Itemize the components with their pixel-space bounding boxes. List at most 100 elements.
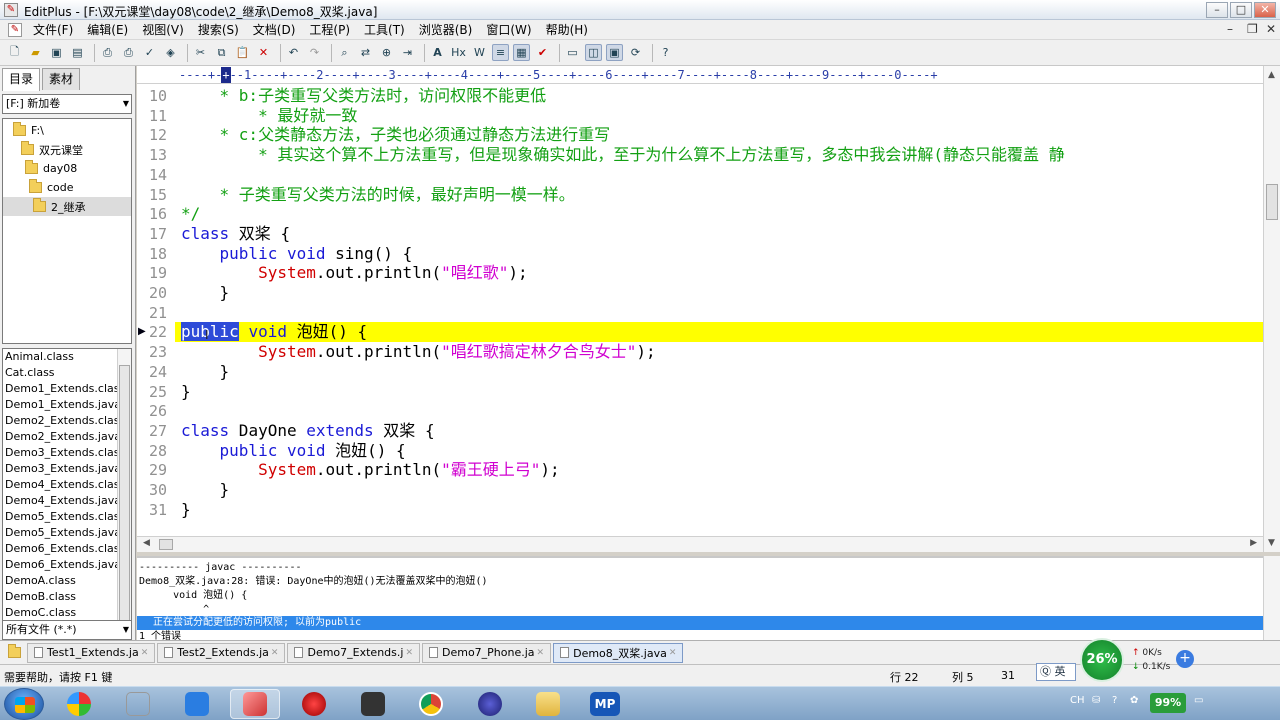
taskbar-app[interactable]: [172, 689, 222, 719]
code-line[interactable]: 27 class DayOne extends 双桨 {: [137, 421, 1263, 441]
ime-indicator[interactable]: Ⓠ 英: [1036, 663, 1076, 681]
start-button[interactable]: [4, 688, 44, 720]
print-preview-icon[interactable]: ⎙: [99, 44, 116, 61]
file-list-item[interactable]: Demo4_Extends.java: [3, 493, 131, 509]
code-line[interactable]: 14: [137, 165, 1263, 185]
hex-icon[interactable]: Hx: [450, 44, 467, 61]
plus-icon[interactable]: +: [1176, 650, 1194, 668]
font-icon[interactable]: A: [429, 44, 446, 61]
save-all-icon[interactable]: ▤: [69, 44, 86, 61]
editor-horizontal-scrollbar[interactable]: ◀ ▶: [137, 536, 1263, 552]
split-icon[interactable]: ◫: [585, 44, 602, 61]
file-list-item[interactable]: Demo2_Extends.java: [3, 429, 131, 445]
menu-help[interactable]: 帮助(H): [539, 21, 595, 38]
help-icon[interactable]: ?: [1112, 695, 1117, 706]
code-line[interactable]: 19 System.out.println("唱红歌");: [137, 263, 1263, 283]
file-list-item[interactable]: Demo2_Extends.class: [3, 413, 131, 429]
doc-close-button[interactable]: ✕: [1266, 22, 1276, 36]
taskbar-app[interactable]: [406, 689, 456, 719]
battery-icon[interactable]: ▭: [1194, 695, 1203, 706]
code-line[interactable]: 26: [137, 401, 1263, 421]
network-monitor-widget[interactable]: 26% ↑ 0K/s ↓ 0.1K/s +: [1080, 636, 1200, 682]
doc-tab[interactable]: Demo7_Phone.ja ✕: [421, 642, 552, 663]
scroll-down-icon[interactable]: ▼: [1268, 538, 1275, 548]
scroll-left-icon[interactable]: ◀: [143, 538, 150, 548]
settings-icon[interactable]: ✿: [1130, 695, 1138, 706]
menu-tools[interactable]: 工具(T): [357, 21, 412, 38]
file-list-item[interactable]: Demo1_Extends.java: [3, 397, 131, 413]
file-list-item[interactable]: Cat.class: [3, 365, 131, 381]
find-in-files-icon[interactable]: ⊕: [378, 44, 395, 61]
code-editor[interactable]: 10 * b:子类重写父类方法时，访问权限不能更低 11 * 最好就一致 12 * …: [137, 84, 1263, 536]
tab-clips[interactable]: 素材: [42, 68, 81, 90]
code-line[interactable]: 29 System.out.println("霸王硬上弓");: [137, 460, 1263, 480]
doc-tab-active[interactable]: Demo8_双桨.java ✕: [553, 642, 684, 663]
code-line-current[interactable]: 22 public void 泡妞() {: [149, 322, 1263, 343]
taskbar-app[interactable]: [465, 689, 515, 719]
word-wrap-icon[interactable]: W: [471, 44, 488, 61]
menu-edit[interactable]: 编辑(E): [80, 21, 135, 38]
editor-vertical-scrollbar[interactable]: ▲ ▼: [1263, 66, 1280, 552]
replace-icon[interactable]: ⇄: [357, 44, 374, 61]
scroll-up-icon[interactable]: ▲: [1268, 70, 1275, 80]
menu-browser[interactable]: 浏览器(B): [412, 21, 480, 38]
sync-icon[interactable]: ⟳: [627, 44, 644, 61]
check-icon[interactable]: ✔: [534, 44, 551, 61]
close-icon[interactable]: ✕: [271, 648, 279, 658]
taskbar-app[interactable]: [113, 689, 163, 719]
menu-file[interactable]: 文件(F): [26, 21, 80, 38]
code-line[interactable]: 18 public void sing() {: [137, 244, 1263, 264]
tree-item-course[interactable]: 双元课堂: [21, 140, 83, 159]
delete-icon[interactable]: ✕: [255, 44, 272, 61]
goto-icon[interactable]: ⇥: [399, 44, 416, 61]
file-list-item[interactable]: Demo6_Extends.java: [3, 557, 131, 573]
spell-check-icon[interactable]: ✓: [141, 44, 158, 61]
menu-view[interactable]: 视图(V): [135, 21, 191, 38]
file-list-item[interactable]: DemoB.class: [3, 589, 131, 605]
file-list-item[interactable]: Demo1_Extends.class: [3, 381, 131, 397]
minimize-button[interactable]: –: [1206, 2, 1228, 18]
column-icon[interactable]: ▦: [513, 44, 530, 61]
print-icon[interactable]: ⎙: [120, 44, 137, 61]
find-icon[interactable]: ⌕: [336, 44, 353, 61]
file-list-item[interactable]: Demo4_Extends.class: [3, 477, 131, 493]
taskbar-app[interactable]: [523, 689, 573, 719]
close-icon[interactable]: ✕: [537, 648, 545, 658]
close-icon[interactable]: ✕: [669, 648, 677, 658]
code-line[interactable]: 13 * 其实这个算不上方法重写，但是现象确实如此，至于为什么算不上方法重写，多…: [137, 145, 1263, 165]
battery-indicator[interactable]: 99%: [1150, 693, 1186, 713]
browser-icon[interactable]: ◈: [162, 44, 179, 61]
taskbar-app[interactable]: [348, 689, 398, 719]
file-list-item[interactable]: DemoC.class: [3, 605, 131, 621]
code-line[interactable]: 17 class 双桨 {: [137, 224, 1263, 244]
file-filter-select[interactable]: 所有文件 (*.*) ▼: [2, 620, 132, 640]
open-icon[interactable]: ▰: [27, 44, 44, 61]
maximize-button[interactable]: □: [1230, 2, 1252, 18]
undo-icon[interactable]: ↶: [285, 44, 302, 61]
doc-tab[interactable]: Test2_Extends.ja ✕: [157, 642, 286, 663]
scroll-right-icon[interactable]: ▶: [1250, 538, 1257, 548]
doc-tab[interactable]: Test1_Extends.ja ✕: [27, 642, 156, 663]
drive-select[interactable]: [F:] 新加卷 ▼: [2, 94, 132, 114]
screen-icon[interactable]: ▭: [564, 44, 581, 61]
code-line[interactable]: 31}: [137, 500, 1263, 520]
file-list-item[interactable]: Demo3_Extends.java: [3, 461, 131, 477]
code-line[interactable]: 23 System.out.println("唱红歌搞定林夕合鸟女士");: [137, 342, 1263, 362]
menu-window[interactable]: 窗口(W): [479, 21, 538, 38]
tree-item-code[interactable]: code: [29, 178, 74, 197]
tab-directory[interactable]: 目录: [2, 68, 41, 91]
file-list-item[interactable]: Demo5_Extends.class: [3, 509, 131, 525]
code-line[interactable]: 10 * b:子类重写父类方法时，访问权限不能更低: [137, 86, 1263, 106]
file-list-item[interactable]: Demo6_Extends.class: [3, 541, 131, 557]
code-line[interactable]: 20 }: [137, 283, 1263, 303]
redo-icon[interactable]: ↷: [306, 44, 323, 61]
taskbar-app[interactable]: MP: [580, 689, 630, 719]
new-file-icon[interactable]: 🗋: [6, 44, 23, 61]
output-window[interactable]: ---------- javac ---------- Demo8_双桨.jav…: [137, 556, 1263, 640]
fullscreen-icon[interactable]: ▣: [606, 44, 623, 61]
menu-search[interactable]: 搜索(S): [191, 21, 246, 38]
close-button[interactable]: ✕: [1254, 2, 1276, 18]
paste-icon[interactable]: 📋: [234, 44, 251, 61]
tree-item-day08[interactable]: day08: [25, 159, 77, 178]
output-scrollbar[interactable]: [1263, 556, 1280, 640]
